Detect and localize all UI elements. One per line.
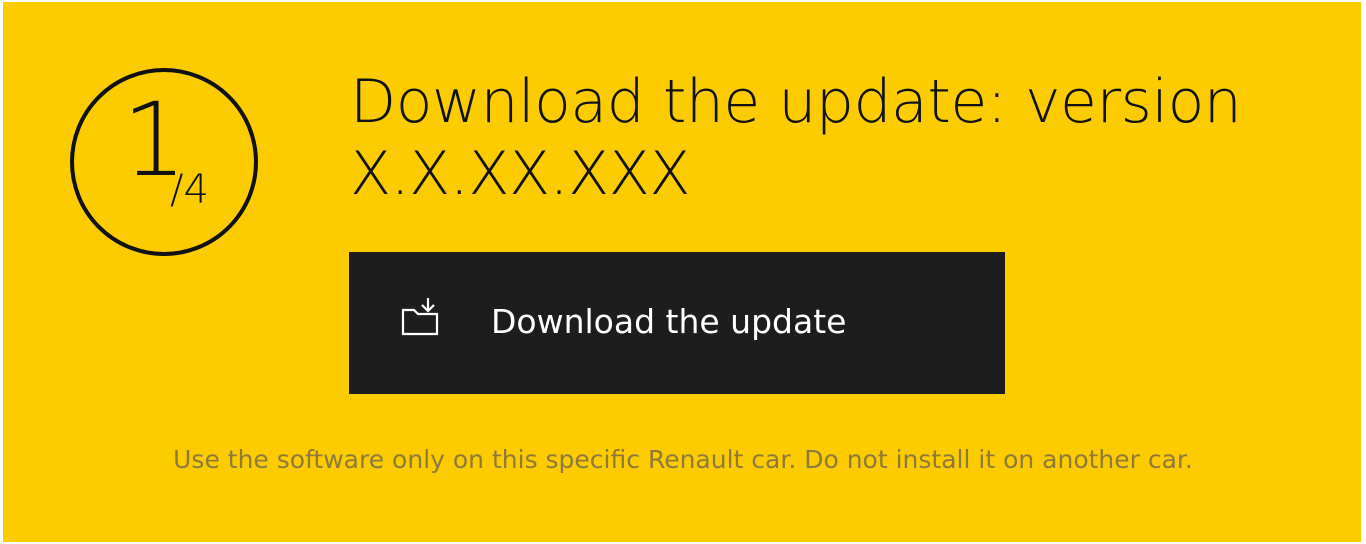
download-folder-icon [401,296,441,336]
step-indicator: 1 /4 [70,68,258,256]
download-update-label: Download the update [491,302,847,341]
download-update-button[interactable]: Download the update [349,252,1005,394]
disclaimer-text: Use the software only on this specific R… [173,445,1193,474]
page-title: Download the update: version X.X.XX.XXX [350,67,1242,209]
step-total-number: /4 [170,167,209,213]
